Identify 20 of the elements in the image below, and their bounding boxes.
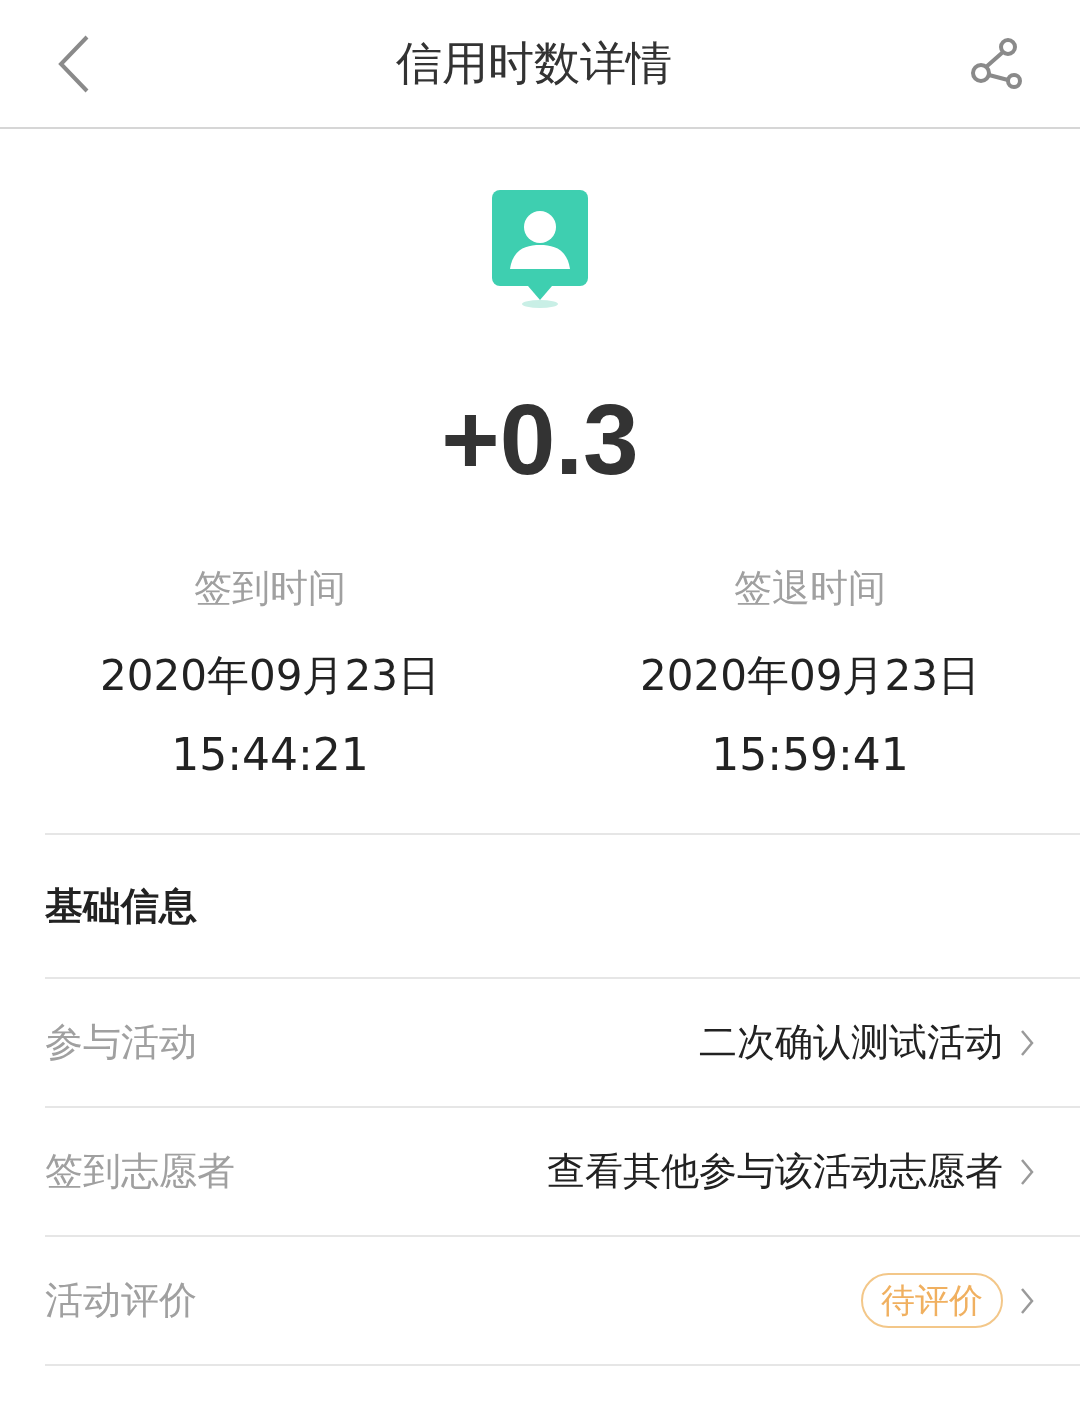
section-title: 基础信息	[45, 882, 198, 930]
share-button[interactable]	[969, 35, 1025, 92]
time-label: 签退时间	[734, 569, 886, 607]
share-icon	[970, 36, 1024, 91]
row-label: 活动评价	[45, 1277, 197, 1324]
row-value: 二次确认测试活动	[699, 1019, 1003, 1066]
row-label: 签到志愿者	[45, 1148, 235, 1195]
info-row[interactable]: 参与活动 二次确认测试活动	[45, 977, 1080, 1106]
row-label: 参与活动	[45, 1019, 197, 1066]
time-text: 15:44:21	[171, 733, 369, 777]
row-value: 查看其他参与该活动志愿者	[547, 1148, 1003, 1195]
credit-hours-amount: +0.3	[441, 389, 639, 489]
date-text: 2020年09月23日	[100, 655, 440, 697]
page-title: 信用时数详情	[396, 35, 672, 92]
date-text: 2020年09月23日	[640, 655, 980, 697]
status-badge: 待评价	[861, 1273, 1003, 1328]
time-text: 15:59:41	[711, 733, 909, 777]
time-label: 签到时间	[194, 569, 346, 607]
info-row[interactable]: 签到志愿者 查看其他参与该活动志愿者	[45, 1106, 1080, 1235]
volunteer-avatar-icon	[491, 189, 589, 309]
